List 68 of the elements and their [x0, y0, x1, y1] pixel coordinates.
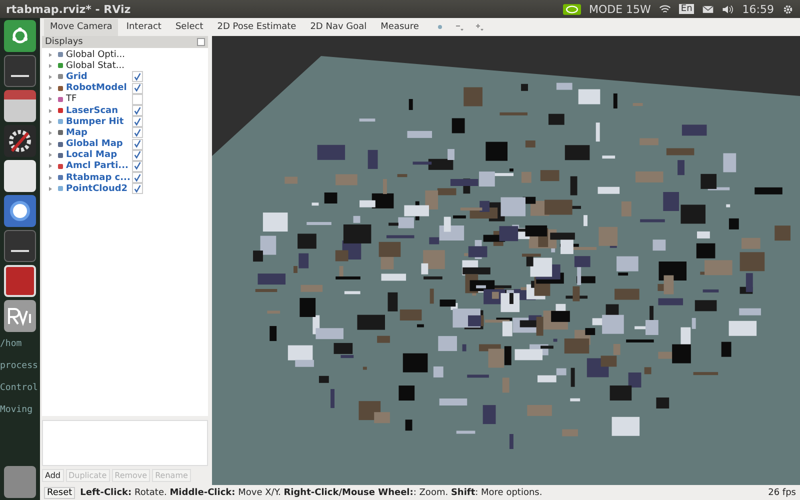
display-name[interactable]: LaserScan: [66, 106, 130, 116]
tool-button[interactable]: 2D Pose Estimate: [211, 18, 302, 36]
volume-icon[interactable]: [722, 4, 734, 14]
window-title: rtabmap.rviz* - RViz: [6, 2, 131, 16]
expand-arrow-icon[interactable]: [49, 97, 52, 102]
display-name[interactable]: Local Map: [66, 150, 130, 160]
eye-logo-icon: [562, 4, 581, 14]
terminal-icon[interactable]: [4, 230, 36, 262]
browser-icon[interactable]: [4, 195, 36, 227]
terminal-text: /hom: [0, 339, 23, 349]
home-logo-icon[interactable]: [4, 20, 36, 52]
checkbox[interactable]: [132, 127, 143, 138]
tool-button[interactable]: Interact: [120, 18, 168, 36]
checkbox[interactable]: [132, 105, 143, 116]
display-name[interactable]: PointCloud2: [66, 184, 130, 194]
checkbox[interactable]: [132, 94, 143, 105]
expand-arrow-icon[interactable]: [49, 153, 52, 158]
terminal-text: Control: [0, 383, 39, 393]
gear-icon[interactable]: [782, 4, 794, 14]
display-name[interactable]: Global Stat...: [66, 60, 130, 71]
expand-arrow-icon[interactable]: [49, 64, 52, 68]
expand-arrow-icon[interactable]: [49, 130, 52, 135]
wifi-icon[interactable]: [658, 4, 671, 14]
display-name[interactable]: Bumper Hit: [66, 116, 130, 127]
hint-text: Left-Click: Rotate. Middle-Click: Move X/Y. Right-Click/Mouse Wheel:: Zoom. Shift: More options.: [80, 488, 544, 498]
expand-arrow-icon[interactable]: [49, 108, 52, 113]
tool-button[interactable]: Select: [169, 18, 210, 36]
expand-arrow-icon[interactable]: [49, 164, 52, 168]
plus-caret-icon[interactable]: [474, 23, 485, 31]
checkbox[interactable]: [132, 160, 143, 172]
expand-arrow-icon[interactable]: [49, 176, 52, 180]
terminal-text: process: [0, 361, 39, 371]
fps-counter: 26 fps: [768, 488, 796, 498]
power-mode-label[interactable]: MODE 15W: [588, 2, 651, 16]
expand-arrow-icon[interactable]: [49, 52, 52, 57]
keyboard-layout-indicator[interactable]: En: [678, 4, 694, 14]
checkbox[interactable]: [132, 183, 143, 194]
tool-button[interactable]: Measure: [374, 18, 425, 36]
checkbox[interactable]: [132, 138, 143, 150]
display-name[interactable]: Amcl Parti...: [66, 161, 130, 172]
display-name[interactable]: RobotModel: [66, 83, 130, 94]
panel-button[interactable]: Add: [42, 469, 64, 482]
display-name[interactable]: Map: [66, 128, 130, 138]
checkbox[interactable]: [132, 150, 143, 161]
checkbox[interactable]: [132, 116, 143, 128]
display-name[interactable]: Global Opti...: [66, 50, 130, 60]
expand-arrow-icon[interactable]: [49, 86, 52, 90]
display-name[interactable]: Rtabmap c...: [66, 172, 130, 183]
display-name[interactable]: Global Map: [66, 139, 130, 150]
expand-arrow-icon[interactable]: [49, 142, 52, 146]
checkbox[interactable]: [132, 82, 143, 94]
terminal-text: Moving: [0, 405, 34, 415]
tool-button[interactable]: Move Camera: [44, 18, 118, 36]
wrench-gear-icon[interactable]: [4, 125, 36, 157]
checkbox[interactable]: [132, 172, 143, 184]
reset-button[interactable]: Reset: [44, 486, 76, 498]
display-name[interactable]: TF: [66, 94, 130, 104]
tool-button[interactable]: 2D Nav Goal: [304, 18, 373, 36]
clock[interactable]: 16:59: [742, 2, 774, 16]
panel-title: Displays: [45, 37, 83, 47]
terminal-icon[interactable]: [4, 55, 36, 87]
checkbox[interactable]: [132, 71, 143, 82]
expand-arrow-icon[interactable]: [49, 74, 52, 79]
expand-arrow-icon[interactable]: [49, 120, 52, 124]
minus-caret-icon[interactable]: [454, 23, 465, 31]
display-name[interactable]: Grid: [66, 72, 130, 82]
expand-arrow-icon[interactable]: [49, 186, 52, 191]
envelope-icon[interactable]: [702, 4, 714, 14]
